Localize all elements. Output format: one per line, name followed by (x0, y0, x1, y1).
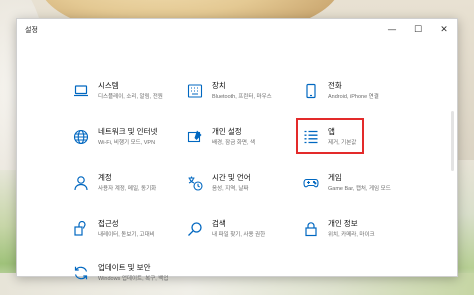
tile-description: 음성, 지역, 날짜 (212, 186, 249, 192)
tile-description: 위치, 카메라, 마이크 (328, 232, 375, 238)
tile-description: 배경, 잠금 화면, 색 (212, 140, 256, 146)
title-bar[interactable]: 설정 — ☐ ✕ (17, 19, 457, 41)
tile-description: Bluetooth, 프린터, 마우스 (212, 94, 272, 100)
tile-description: Windows 업데이트, 복구, 백업 (98, 276, 169, 282)
person-icon (73, 175, 89, 191)
update-icon (73, 265, 89, 281)
tile-privacy[interactable]: 개인 정보 위치, 카메라, 마이크 (303, 219, 423, 251)
tile-description: Android, iPhone 연결 (328, 94, 379, 100)
tile-description: 내 파일 찾기, 사용 권한 (212, 232, 266, 238)
settings-home: 시스템 디스플레이, 소리, 알림, 전원 장치 Bluetooth, 프린터,… (17, 41, 457, 282)
tile-description: 사용자 계정, 메일, 동기화 (98, 186, 157, 192)
tile-time-language[interactable]: 시간 및 언어 음성, 지역, 날짜 (187, 173, 307, 205)
tile-description: 내레이터, 돋보기, 고대비 (98, 232, 155, 238)
minimize-button[interactable]: — (379, 19, 405, 41)
settings-window: 설정 — ☐ ✕ 시스템 디스플레이, 소리, 알림, 전원 장치 Blueto… (16, 18, 458, 282)
search-icon (187, 221, 203, 237)
personalization-icon (187, 129, 203, 145)
tile-description: Wi-Fi, 비행기 모드, VPN (98, 140, 156, 146)
tile-accounts[interactable]: 계정 사용자 계정, 메일, 동기화 (73, 173, 193, 205)
lock-icon (303, 221, 319, 237)
tile-update-security[interactable]: 업데이트 및 보안 Windows 업데이트, 복구, 백업 (73, 263, 193, 295)
tile-accessibility[interactable]: 접근성 내레이터, 돋보기, 고대비 (73, 219, 193, 251)
tile-title: 계정 (98, 173, 112, 182)
accessibility-icon (73, 221, 89, 237)
tile-title: 게임 (328, 173, 342, 182)
tile-title: 개인 설정 (212, 127, 242, 136)
tile-title: 네트워크 및 인터넷 (98, 127, 158, 136)
window-controls: — ☐ ✕ (379, 19, 457, 41)
time-language-icon (187, 175, 203, 191)
tile-phone[interactable]: 전화 Android, iPhone 연결 (303, 81, 423, 113)
phone-icon (303, 83, 319, 99)
close-button[interactable]: ✕ (431, 19, 457, 41)
window-title: 설정 (25, 27, 38, 34)
tile-title: 장치 (212, 81, 226, 90)
tile-search[interactable]: 검색 내 파일 찾기, 사용 권한 (187, 219, 307, 251)
tile-description: 디스플레이, 소리, 알림, 전원 (98, 94, 163, 100)
tile-system[interactable]: 시스템 디스플레이, 소리, 알림, 전원 (73, 81, 193, 113)
tile-title: 접근성 (98, 219, 119, 228)
tile-devices[interactable]: 장치 Bluetooth, 프린터, 마우스 (187, 81, 307, 113)
tile-title: 검색 (212, 219, 226, 228)
tile-title: 전화 (328, 81, 342, 90)
tile-title: 시스템 (98, 81, 119, 90)
keyboard-icon (187, 83, 203, 99)
maximize-button[interactable]: ☐ (405, 19, 431, 41)
scrollbar[interactable] (451, 111, 454, 171)
apps-highlight-box (296, 118, 364, 154)
laptop-icon (73, 83, 89, 99)
tile-title: 개인 정보 (328, 219, 358, 228)
tile-gaming[interactable]: 게임 Game Bar, 캡처, 게임 모드 (303, 173, 423, 205)
tile-description: Game Bar, 캡처, 게임 모드 (328, 186, 391, 192)
tile-title: 시간 및 언어 (212, 173, 251, 182)
gamepad-icon (303, 175, 319, 191)
tile-title: 업데이트 및 보안 (98, 263, 151, 272)
tile-network[interactable]: 네트워크 및 인터넷 Wi-Fi, 비행기 모드, VPN (73, 127, 193, 159)
tile-personalization[interactable]: 개인 설정 배경, 잠금 화면, 색 (187, 127, 307, 159)
globe-icon (73, 129, 89, 145)
